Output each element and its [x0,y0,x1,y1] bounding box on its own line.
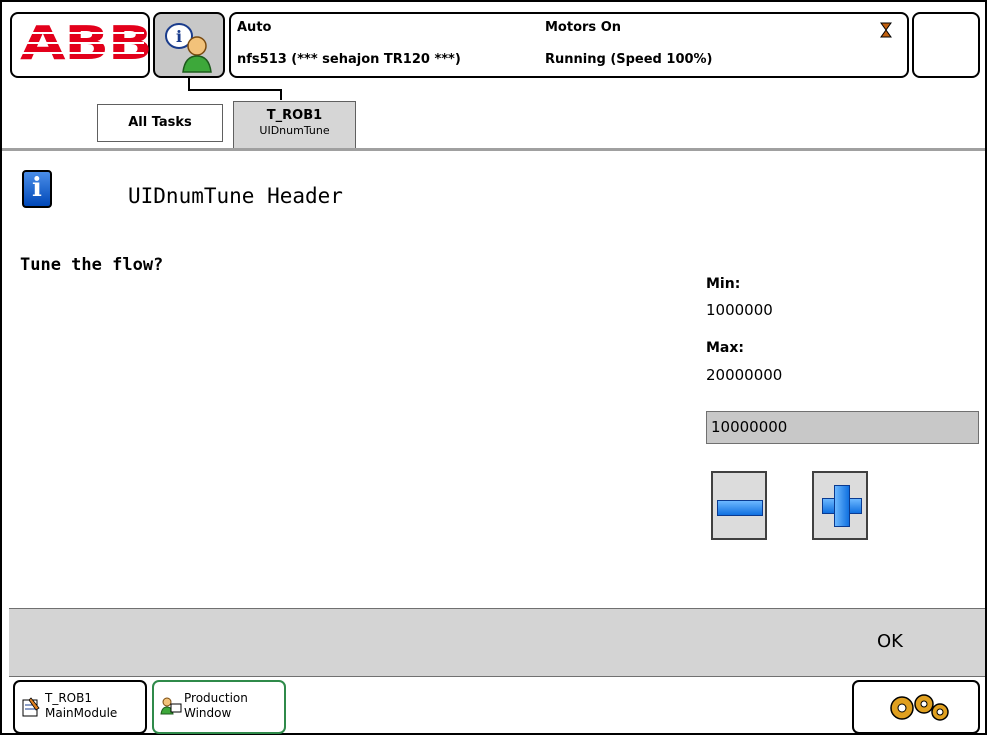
max-label: Max: [706,340,745,356]
tab-t-rob1[interactable]: T_ROB1 UIDnumTune [233,101,356,148]
info-connector [188,78,282,100]
tab-t-rob1-sublabel: UIDnumTune [259,124,330,137]
dialog-header: UIDnumTune Header [128,184,343,208]
operating-mode: Auto [237,20,272,35]
taskbar-production-line1: Production [184,691,248,705]
tab-t-rob1-label: T_ROB1 [266,108,323,123]
command-bar [9,608,985,677]
tab-strip-divider [2,148,985,151]
taskbar-program-editor-line1: T_ROB1 [45,691,92,705]
taskbar-program-editor[interactable]: T_ROB1 MainModule [13,680,147,734]
ok-button[interactable]: OK [855,620,925,664]
value-input[interactable]: 10000000 [706,411,979,444]
program-state: Running (Speed 100%) [545,52,713,67]
motors-state: Motors On [545,20,621,35]
dialog-message: Tune the flow? [20,255,164,275]
info-icon: i [22,170,52,208]
abb-logo: ABB [20,16,153,70]
increment-button[interactable] [812,471,868,540]
quickset-button[interactable] [912,12,980,78]
min-value: 1000000 [706,301,773,319]
status-panel[interactable]: Auto nfs513 (*** sehajon TR120 ***) Moto… [229,12,909,78]
minus-icon [717,500,763,516]
hourglass-icon [880,22,892,38]
production-window-icon [160,697,182,715]
taskbar-program-editor-line2: MainModule [45,706,118,720]
max-value: 20000000 [706,366,783,384]
quickset-menu-button[interactable] [852,680,980,734]
event-log-button[interactable]: i [153,12,225,78]
operator-info-icon: i [165,23,212,73]
abb-menu-button[interactable]: ABB [10,12,153,78]
tab-all-tasks[interactable]: All Tasks [97,104,223,142]
decrement-button[interactable] [711,471,767,540]
taskbar-production-window[interactable]: Production Window [152,680,286,734]
svg-text:i: i [176,27,182,46]
system-name: nfs513 (*** sehajon TR120 ***) [237,52,461,67]
min-label: Min: [706,276,741,292]
program-editor-icon [22,697,40,717]
taskbar-production-line2: Window [184,706,232,720]
gears-icon [890,694,949,721]
